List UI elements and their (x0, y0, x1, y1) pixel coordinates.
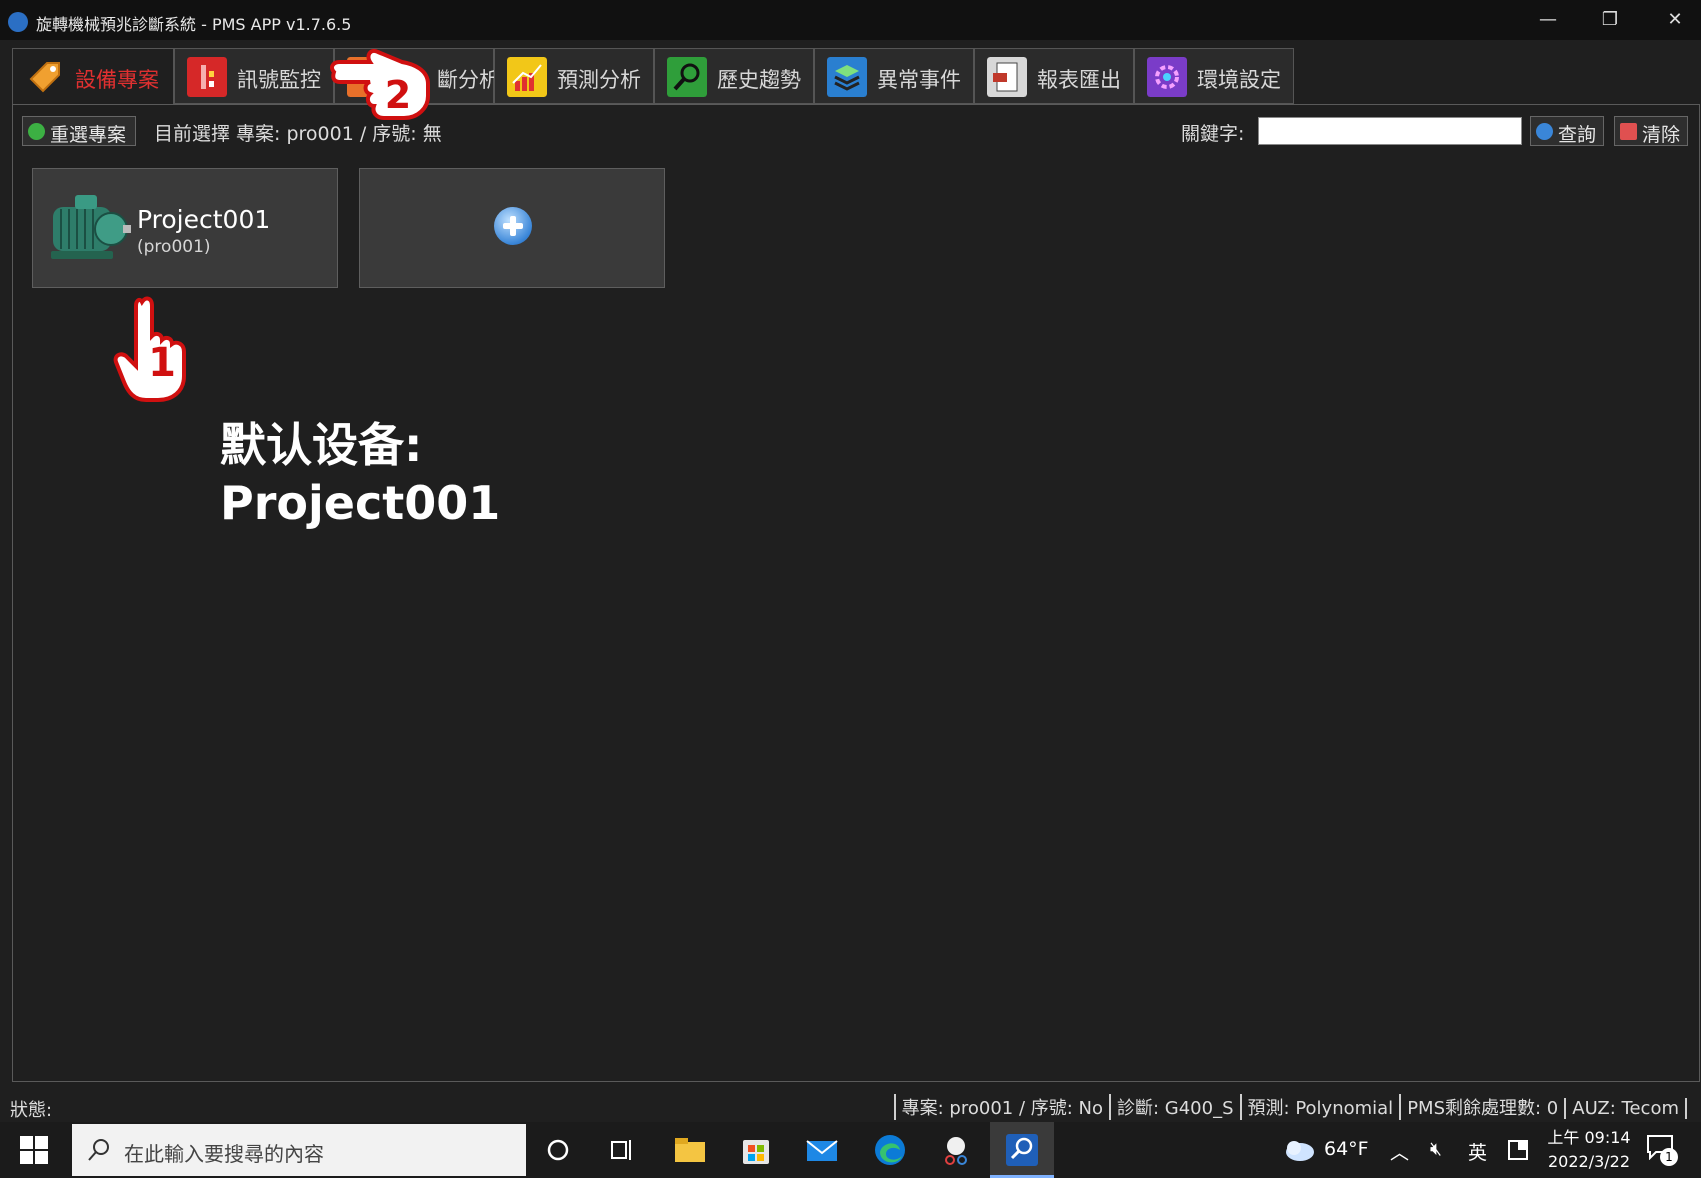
reselect-project-button[interactable]: 重選專案 (22, 116, 136, 146)
query-label: 查詢 (1558, 124, 1597, 146)
close-button[interactable]: ✕ (1655, 6, 1695, 34)
tab-label: 設備專案 (75, 68, 159, 92)
prediction-chart-icon (507, 57, 547, 97)
status-label: 狀態: (10, 1100, 53, 1121)
status-segments: 專案: pro001 / 序號: No 診斷: G400_S 預測: Polynom… (893, 1094, 1687, 1120)
eraser-icon (1620, 123, 1637, 140)
step2-number: 2 (385, 73, 411, 117)
tab-prediction-analysis[interactable]: 預測分析 (494, 48, 654, 104)
status-prediction: 預測: Polynomial (1239, 1094, 1400, 1120)
tab-label: 預測分析 (557, 68, 641, 92)
history-search-icon (667, 57, 707, 97)
tab-report-export[interactable]: 報表匯出 (974, 48, 1134, 104)
keyword-input[interactable] (1258, 117, 1522, 145)
tab-device-project[interactable]: 設備專案 (12, 48, 174, 106)
window-title: 旋轉機械預兆診斷系統 - PMS APP v1.7.6.5 (36, 15, 352, 34)
cortana-icon[interactable] (540, 1132, 576, 1168)
query-button[interactable]: 查詢 (1530, 116, 1604, 146)
tab-label: 訊號監控 (237, 68, 321, 92)
search-icon (88, 1139, 109, 1161)
current-selection-text: 目前選擇 專案: pro001 / 序號: 無 (154, 123, 442, 145)
step1-number: 1 (148, 340, 176, 386)
tab-label: 斷分析 (437, 68, 500, 92)
pointing-hand-left-icon: 2 (330, 49, 430, 120)
annotation-note-line1: 默认设备: (220, 418, 423, 472)
app-window: 旋轉機械預兆診斷系統 - PMS APP v1.7.6.5 — ❐ ✕ 設備專案… (0, 0, 1701, 1122)
taskbar-search-placeholder: 在此輸入要搜尋的內容 (124, 1142, 324, 1166)
magnifier-icon (1536, 123, 1553, 140)
add-plus-icon (494, 207, 532, 245)
motor-icon (51, 195, 131, 259)
tab-label: 異常事件 (877, 68, 961, 92)
ime-language-indicator[interactable]: 英 (1468, 1138, 1487, 1165)
taskbar-clock[interactable]: 上午 09:14 2022/3/22 (1546, 1126, 1632, 1174)
tab-label: 環境設定 (1197, 68, 1281, 92)
restore-button[interactable]: ❐ (1590, 6, 1630, 34)
pointing-hand-up-icon: 1 (113, 296, 186, 402)
signal-monitor-icon (187, 57, 227, 97)
project-toolbar: 重選專案 目前選擇 專案: pro001 / 序號: 無 關鍵字: 查詢 清除 (22, 116, 1692, 146)
tab-environment-settings[interactable]: 環境設定 (1134, 48, 1294, 104)
tray-chevron-up-icon[interactable]: ︿ (1390, 1138, 1409, 1165)
weather-temperature[interactable]: 64°F (1324, 1138, 1369, 1160)
app-logo-icon (8, 12, 28, 32)
notification-count-badge: 1 (1660, 1148, 1678, 1166)
weather-cloud-icon[interactable] (1280, 1136, 1316, 1164)
task-view-icon[interactable] (604, 1132, 640, 1168)
tab-label: 歷史趨勢 (717, 68, 801, 92)
keyword-label: 關鍵字: (1181, 123, 1245, 145)
project-card[interactable]: Project001 (pro001) (32, 168, 338, 288)
settings-icon (1147, 57, 1187, 97)
windows-start-icon[interactable] (20, 1136, 48, 1164)
notification-center-button[interactable]: 1 (1646, 1134, 1680, 1168)
volume-muted-icon[interactable]: 🔇︎ (1430, 1138, 1442, 1160)
status-bar: 狀態: 專案: pro001 / 序號: No 診斷: G400_S 預測: Pol… (0, 1088, 1701, 1122)
file-explorer-icon[interactable] (672, 1132, 708, 1168)
status-pending-count: PMS剩餘處理數: 0 (1399, 1094, 1564, 1120)
microsoft-store-icon[interactable] (738, 1132, 774, 1168)
clock-date: 2022/3/22 (1547, 1152, 1631, 1171)
report-export-icon (987, 57, 1027, 97)
tab-abnormal-events[interactable]: 異常事件 (814, 48, 974, 104)
layers-icon (827, 57, 867, 97)
title-bar: 旋轉機械預兆診斷系統 - PMS APP v1.7.6.5 — ❐ ✕ (0, 0, 1701, 40)
reselect-project-label: 重選專案 (50, 124, 127, 146)
tab-signal-monitor[interactable]: 訊號監控 (174, 48, 334, 104)
annotation-note-line2: Project001 (220, 476, 501, 530)
add-project-card[interactable] (359, 168, 665, 288)
project-id: (pro001) (137, 237, 211, 257)
snipping-tool-icon[interactable] (938, 1132, 974, 1168)
clock-time: 上午 09:14 (1547, 1128, 1631, 1147)
windows-taskbar: 在此輸入要搜尋的內容 64°F ︿ 🔇︎ 英 上午 09:14 2022/3/2… (0, 1122, 1701, 1178)
ime-mode-icon[interactable] (1506, 1138, 1530, 1162)
edge-browser-icon[interactable] (872, 1132, 908, 1168)
tab-history-trend[interactable]: 歷史趨勢 (654, 48, 814, 104)
minimize-button[interactable]: — (1528, 6, 1568, 34)
mail-icon[interactable] (804, 1132, 840, 1168)
pms-app-taskbar-button[interactable] (990, 1122, 1054, 1178)
clear-button[interactable]: 清除 (1614, 116, 1688, 146)
tab-label: 報表匯出 (1037, 68, 1121, 92)
tag-icon (29, 62, 60, 93)
back-arrow-icon (28, 123, 45, 140)
pms-app-icon (1006, 1134, 1038, 1166)
status-project: 專案: pro001 / 序號: No (893, 1094, 1109, 1120)
annotation-note: 默认设备: Project001 (220, 416, 500, 532)
clear-label: 清除 (1642, 124, 1681, 146)
status-auz: AUZ: Tecom (1564, 1098, 1687, 1119)
taskbar-search-box[interactable]: 在此輸入要搜尋的內容 (72, 1124, 526, 1176)
project-name: Project001 (137, 205, 271, 234)
status-diagnosis: 診斷: G400_S (1109, 1094, 1240, 1120)
